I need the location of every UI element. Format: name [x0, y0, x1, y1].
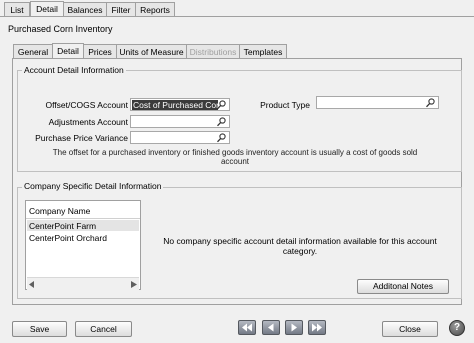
account-help-text: The offset for a purchased inventory or … [52, 148, 418, 166]
subtab-detail[interactable]: Detail [52, 43, 84, 59]
save-button[interactable]: Save [12, 321, 67, 337]
company-listbox[interactable]: Company Name CenterPoint Farm CenterPoin… [25, 200, 141, 290]
cancel-button[interactable]: Cancel [75, 321, 132, 337]
adjustments-input[interactable] [130, 115, 230, 128]
subtab-prices[interactable]: Prices [83, 44, 117, 59]
adjustments-label: Adjustments Account [48, 117, 128, 127]
tab-balances[interactable]: Balances [63, 2, 107, 17]
first-record-button[interactable] [238, 320, 256, 335]
scroll-right-icon[interactable] [131, 281, 137, 288]
ppv-input[interactable] [130, 131, 230, 144]
ppv-label: Purchase Price Variance [35, 133, 128, 143]
first-record-icon [242, 323, 252, 332]
previous-record-button[interactable] [262, 320, 280, 335]
list-header-divider [26, 218, 140, 219]
top-tab-baseline [0, 16, 474, 17]
subtab-units-of-measure[interactable]: Units of Measure [116, 44, 187, 59]
subtab-templates[interactable]: Templates [239, 44, 287, 59]
account-detail-group-title: Account Detail Information [22, 65, 126, 75]
subtab-general[interactable]: General [13, 44, 53, 59]
search-icon[interactable] [425, 98, 436, 108]
tab-filter[interactable]: Filter [106, 2, 136, 17]
next-record-button[interactable] [285, 320, 303, 335]
last-record-icon [312, 323, 322, 332]
scroll-left-icon[interactable] [29, 281, 35, 288]
list-item[interactable]: CenterPoint Farm [29, 221, 96, 231]
offset-cogs-label: Offset/COGS Account [45, 100, 128, 110]
product-type-input[interactable] [316, 96, 439, 109]
offset-cogs-input[interactable]: Cost of Purchased Corn [130, 98, 230, 111]
last-record-button[interactable] [308, 320, 326, 335]
search-icon[interactable] [216, 100, 227, 110]
record-title: Purchased Corn Inventory [8, 24, 113, 34]
search-icon[interactable] [216, 117, 227, 127]
search-icon[interactable] [216, 133, 227, 143]
additional-notes-button[interactable]: Additonal Notes [357, 279, 449, 294]
tab-reports[interactable]: Reports [135, 2, 175, 17]
close-button[interactable]: Close [382, 321, 438, 337]
previous-record-icon [268, 323, 274, 332]
company-list-header: Company Name [29, 206, 91, 216]
help-icon[interactable]: ? [449, 320, 465, 336]
list-item[interactable]: CenterPoint Orchard [29, 233, 107, 243]
horizontal-scrollbar[interactable] [27, 277, 139, 290]
next-record-icon [291, 323, 297, 332]
company-empty-message: No company specific account detail infor… [163, 236, 437, 256]
product-type-label: Product Type [260, 100, 310, 110]
offset-cogs-value: Cost of Purchased Corn [132, 100, 218, 110]
tab-list[interactable]: List [4, 2, 30, 17]
tab-detail[interactable]: Detail [30, 1, 64, 17]
company-detail-group-title: Company Specific Detail Information [22, 181, 164, 191]
subtab-distributions: Distributions [186, 44, 240, 59]
